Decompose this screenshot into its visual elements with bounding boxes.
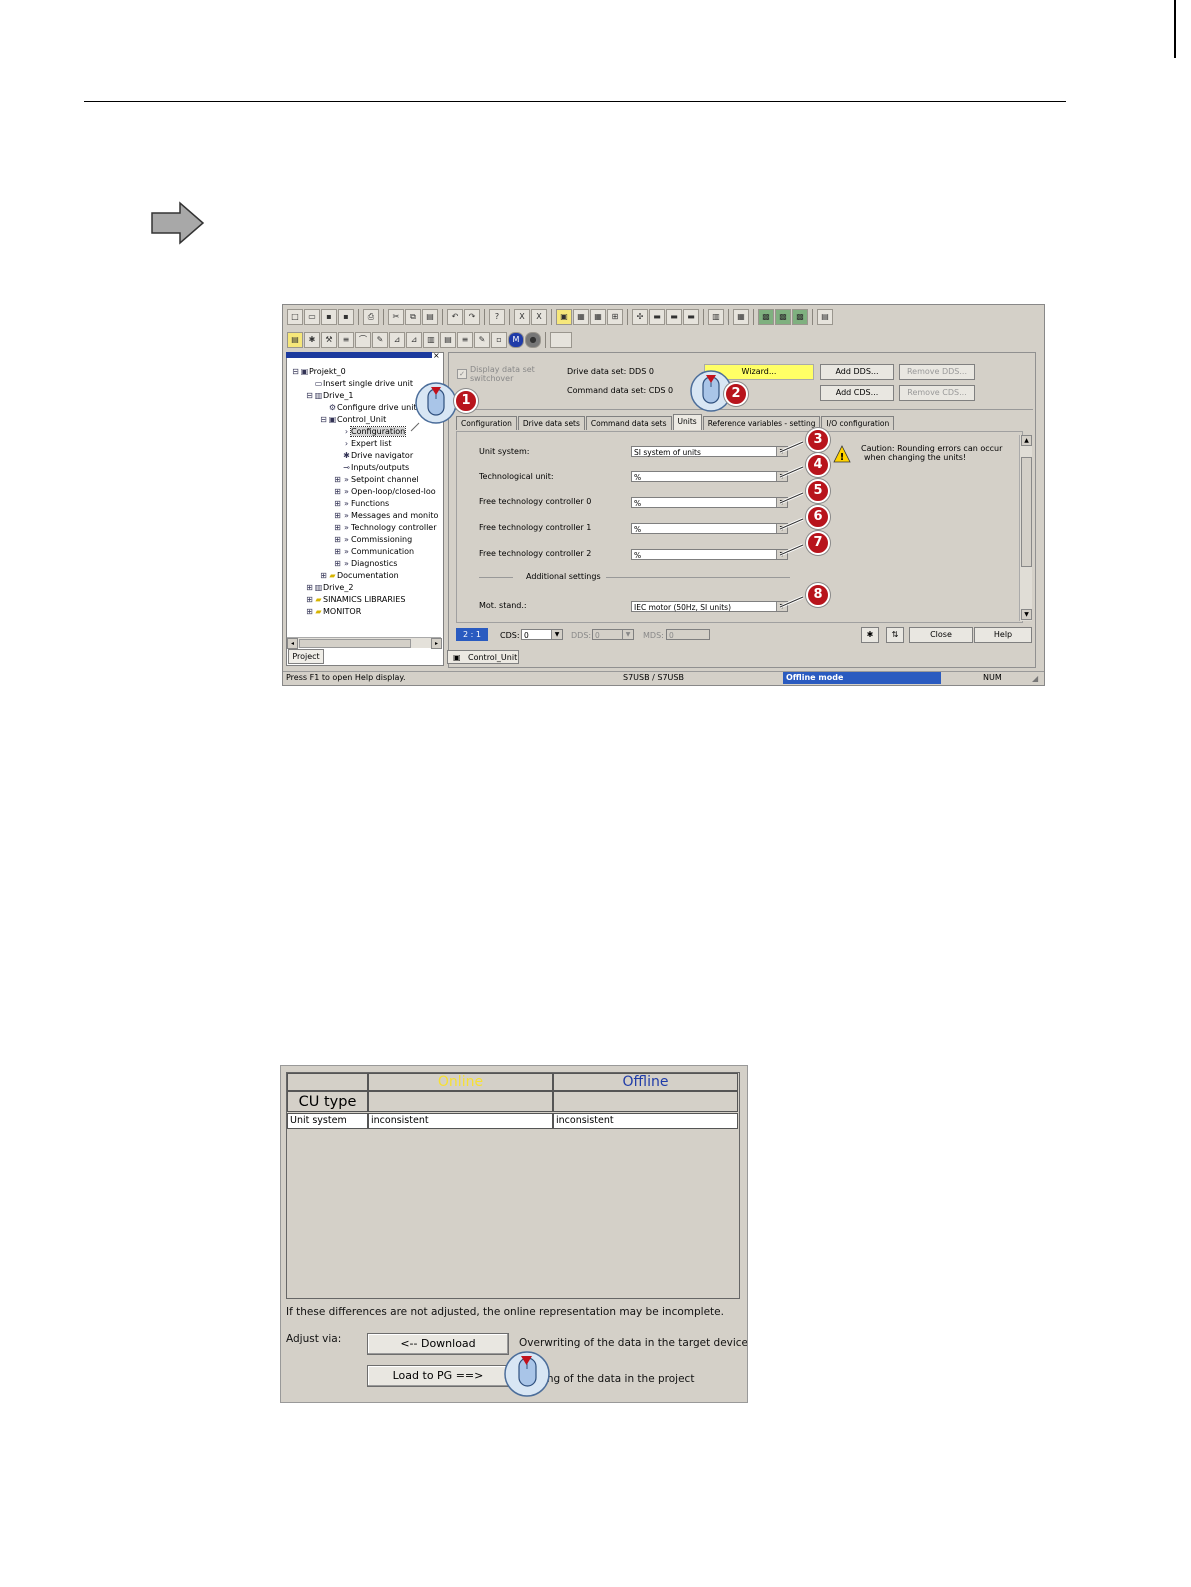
mouse-click-icon — [504, 1351, 550, 1397]
row-unit-system-name: Unit system — [287, 1113, 368, 1129]
row-header-cu-type: CU type — [287, 1091, 368, 1112]
online-offline-comparison-dialog: Online Offline CU type Unit system incon… — [280, 1065, 748, 1403]
step-badge-6: 6 — [806, 505, 830, 529]
instruction-arrow-icon — [151, 201, 205, 245]
step-badge-8: 8 — [806, 583, 830, 607]
step-badge-7: 7 — [806, 531, 830, 555]
row-unit-system-offline: inconsistent — [553, 1113, 738, 1129]
starter-window-units: □ ▭ ▪ ▪ ⎙ ✂ ⧉ ▤ ↶ ↷ ? X X ▣ ▦ ▦ ⊞ ✣ ▬ ▬ … — [282, 304, 1045, 686]
step-badge-5: 5 — [806, 479, 830, 503]
download-button[interactable]: <-- Download — [367, 1333, 509, 1355]
step-badge-3: 3 — [806, 428, 830, 452]
adjust-via-label: Adjust via: — [286, 1333, 342, 1345]
column-header-offline: Offline — [553, 1073, 738, 1091]
step-badge-1: 1 — [454, 389, 478, 413]
column-header-online: Online — [368, 1073, 553, 1091]
load-to-pg-button[interactable]: Load to PG ==> — [367, 1365, 509, 1387]
cu-type-online-cell — [368, 1091, 553, 1112]
row-unit-system-online: inconsistent — [368, 1113, 553, 1129]
corner-cell — [287, 1073, 368, 1091]
step-badge-4: 4 — [806, 453, 830, 477]
cu-type-offline-cell — [553, 1091, 738, 1112]
margin-bar — [1174, 0, 1176, 58]
header-rule — [84, 101, 1066, 102]
callout-lines — [779, 440, 804, 609]
step-badge-2: 2 — [724, 382, 748, 406]
differences-note: If these differences are not adjusted, t… — [286, 1306, 724, 1318]
